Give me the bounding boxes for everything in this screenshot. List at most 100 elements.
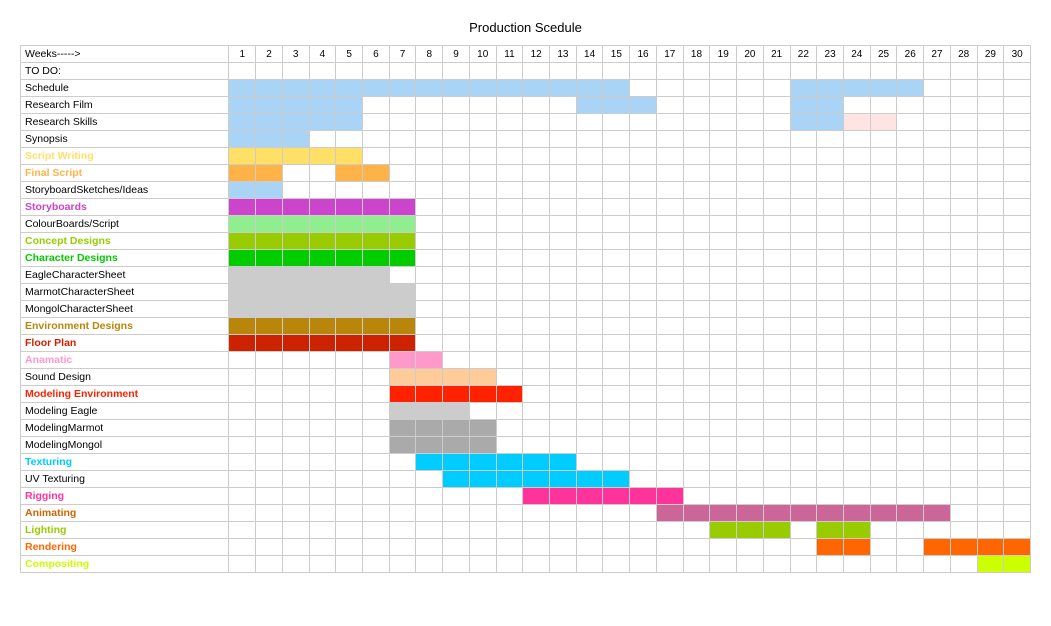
- gantt-cell: [950, 454, 977, 471]
- gantt-cell: [790, 301, 817, 318]
- gantt-cell: [924, 420, 951, 437]
- gantt-cell: [763, 471, 790, 488]
- week-header-2: 2: [256, 46, 283, 63]
- gantt-cell: [256, 165, 283, 182]
- gantt-cell: [336, 522, 363, 539]
- gantt-cell: [282, 97, 309, 114]
- gantt-cell: [843, 301, 870, 318]
- gantt-cell: [656, 97, 683, 114]
- gantt-cell: [282, 301, 309, 318]
- gantt-cell: [282, 250, 309, 267]
- gantt-cell: [817, 556, 844, 573]
- gantt-cell: [496, 352, 523, 369]
- gantt-cell: [389, 522, 416, 539]
- gantt-cell: [469, 403, 496, 420]
- gantt-cell: [763, 539, 790, 556]
- gantt-cell: [309, 233, 336, 250]
- gantt-cell: [924, 148, 951, 165]
- gantt-cell: [870, 148, 897, 165]
- gantt-cell: [576, 539, 603, 556]
- gantt-cell: [870, 216, 897, 233]
- gantt-cell: [843, 437, 870, 454]
- gantt-cell: [443, 284, 470, 301]
- gantt-cell: [763, 63, 790, 80]
- gantt-cell: [523, 148, 550, 165]
- gantt-cell: [710, 199, 737, 216]
- gantt-cell: [924, 182, 951, 199]
- gantt-cell: [737, 522, 764, 539]
- gantt-cell: [870, 250, 897, 267]
- gantt-cell: [897, 267, 924, 284]
- gantt-cell: [710, 284, 737, 301]
- gantt-cell: [710, 182, 737, 199]
- week-header-10: 10: [469, 46, 496, 63]
- gantt-cell: [496, 335, 523, 352]
- gantt-cell: [630, 437, 657, 454]
- gantt-cell: [790, 199, 817, 216]
- gantt-cell: [256, 250, 283, 267]
- gantt-cell: [817, 148, 844, 165]
- gantt-cell: [603, 165, 630, 182]
- gantt-cell: [309, 80, 336, 97]
- gantt-cell: [763, 182, 790, 199]
- gantt-cell: [469, 420, 496, 437]
- gantt-cell: [817, 284, 844, 301]
- gantt-cell: [870, 420, 897, 437]
- gantt-cell: [817, 335, 844, 352]
- gantt-cell: [336, 556, 363, 573]
- week-header-15: 15: [603, 46, 630, 63]
- gantt-cell: [496, 131, 523, 148]
- gantt-cell: [443, 369, 470, 386]
- gantt-cell: [416, 437, 443, 454]
- gantt-cell: [256, 131, 283, 148]
- gantt-cell: [389, 437, 416, 454]
- gantt-cell: [256, 335, 283, 352]
- gantt-cell: [363, 63, 390, 80]
- gantt-cell: [950, 386, 977, 403]
- gantt-cell: [523, 267, 550, 284]
- gantt-cell: [469, 318, 496, 335]
- gantt-cell: [469, 505, 496, 522]
- gantt-cell: [897, 471, 924, 488]
- gantt-cell: [603, 80, 630, 97]
- gantt-cell: [950, 114, 977, 131]
- gantt-cell: [309, 352, 336, 369]
- gantt-cell: [1004, 488, 1031, 505]
- gantt-cell: [870, 352, 897, 369]
- gantt-cell: [763, 403, 790, 420]
- gantt-cell: [389, 403, 416, 420]
- gantt-cell: [843, 471, 870, 488]
- gantt-cell: [576, 386, 603, 403]
- gantt-cell: [790, 403, 817, 420]
- gantt-cell: [496, 97, 523, 114]
- gantt-cell: [790, 386, 817, 403]
- gantt-cell: [924, 199, 951, 216]
- gantt-cell: [576, 250, 603, 267]
- gantt-cell: [924, 437, 951, 454]
- gantt-cell: [603, 182, 630, 199]
- gantt-cell: [737, 539, 764, 556]
- gantt-cell: [603, 284, 630, 301]
- gantt-cell: [523, 216, 550, 233]
- gantt-cell: [630, 216, 657, 233]
- gantt-cell: [550, 63, 577, 80]
- gantt-cell: [336, 114, 363, 131]
- gantt-cell: [950, 182, 977, 199]
- gantt-cell: [416, 165, 443, 182]
- gantt-cell: [763, 454, 790, 471]
- gantt-cell: [256, 352, 283, 369]
- gantt-cell: [1004, 80, 1031, 97]
- gantt-cell: [1004, 199, 1031, 216]
- gantt-cell: [256, 182, 283, 199]
- gantt-cell: [576, 471, 603, 488]
- table-row: Anamatic: [21, 352, 1031, 369]
- gantt-cell: [924, 505, 951, 522]
- gantt-cell: [416, 233, 443, 250]
- gantt-cell: [389, 488, 416, 505]
- gantt-cell: [1004, 267, 1031, 284]
- gantt-cell: [496, 233, 523, 250]
- gantt-cell: [897, 216, 924, 233]
- gantt-cell: [363, 522, 390, 539]
- gantt-cell: [256, 369, 283, 386]
- row-label: Storyboards: [21, 199, 229, 216]
